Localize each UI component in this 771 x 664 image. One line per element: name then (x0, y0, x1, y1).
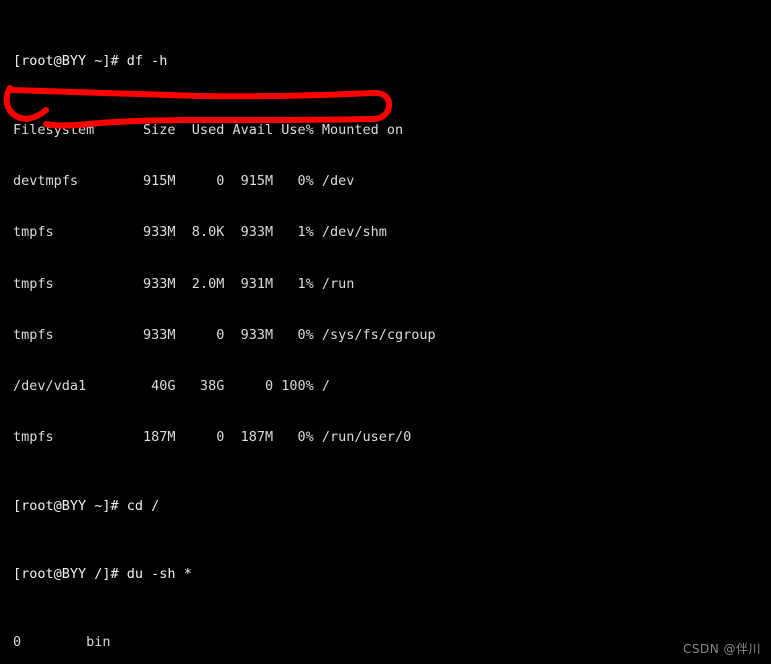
shell-prompt: [root@BYY ~]# (13, 497, 127, 514)
command-text-du: du -sh * (126, 566, 192, 583)
df-row-tmpfs-devshm: tmpfs 933M 8.0K 933M 1% /dev/shm (13, 224, 387, 241)
df-row-devtmpfs: devtmpfs 915M 0 915M 0% /dev (13, 172, 355, 189)
du-row-bin: 0 bin (13, 634, 111, 651)
command-line-df: [root@BYY ~]# df -h (13, 53, 671, 70)
df-row-dev-vda1: /dev/vda1 40G 38G 0 100% / (13, 378, 330, 395)
csdn-watermark: CSDN @伴川 (682, 641, 761, 656)
command-line-cd: [root@BYY ~]# cd / (13, 498, 671, 515)
shell-prompt: [root@BYY /]# (13, 566, 127, 583)
command-text-cd: cd / (126, 497, 160, 514)
shell-prompt: [root@BYY ~]# (13, 53, 127, 70)
terminal-screen: [root@BYY ~]# df -h Filesystem Size Used… (13, 2, 671, 664)
command-text-df: df -h (126, 53, 168, 70)
df-row-tmpfs-run: tmpfs 933M 2.0M 931M 1% /run (13, 275, 355, 292)
df-header-row: Filesystem Size Used Avail Use% Mounted … (13, 121, 404, 138)
command-line-du: [root@BYY /]# du -sh * (13, 566, 671, 583)
df-row-tmpfs-runuser: tmpfs 187M 0 187M 0% /run/user/0 (13, 429, 412, 446)
terminal-window[interactable]: [root@BYY ~]# df -h Filesystem Size Used… (0, 0, 771, 664)
df-row-tmpfs-cgroup: tmpfs 933M 0 933M 0% /sys/fs/cgroup (13, 326, 436, 343)
